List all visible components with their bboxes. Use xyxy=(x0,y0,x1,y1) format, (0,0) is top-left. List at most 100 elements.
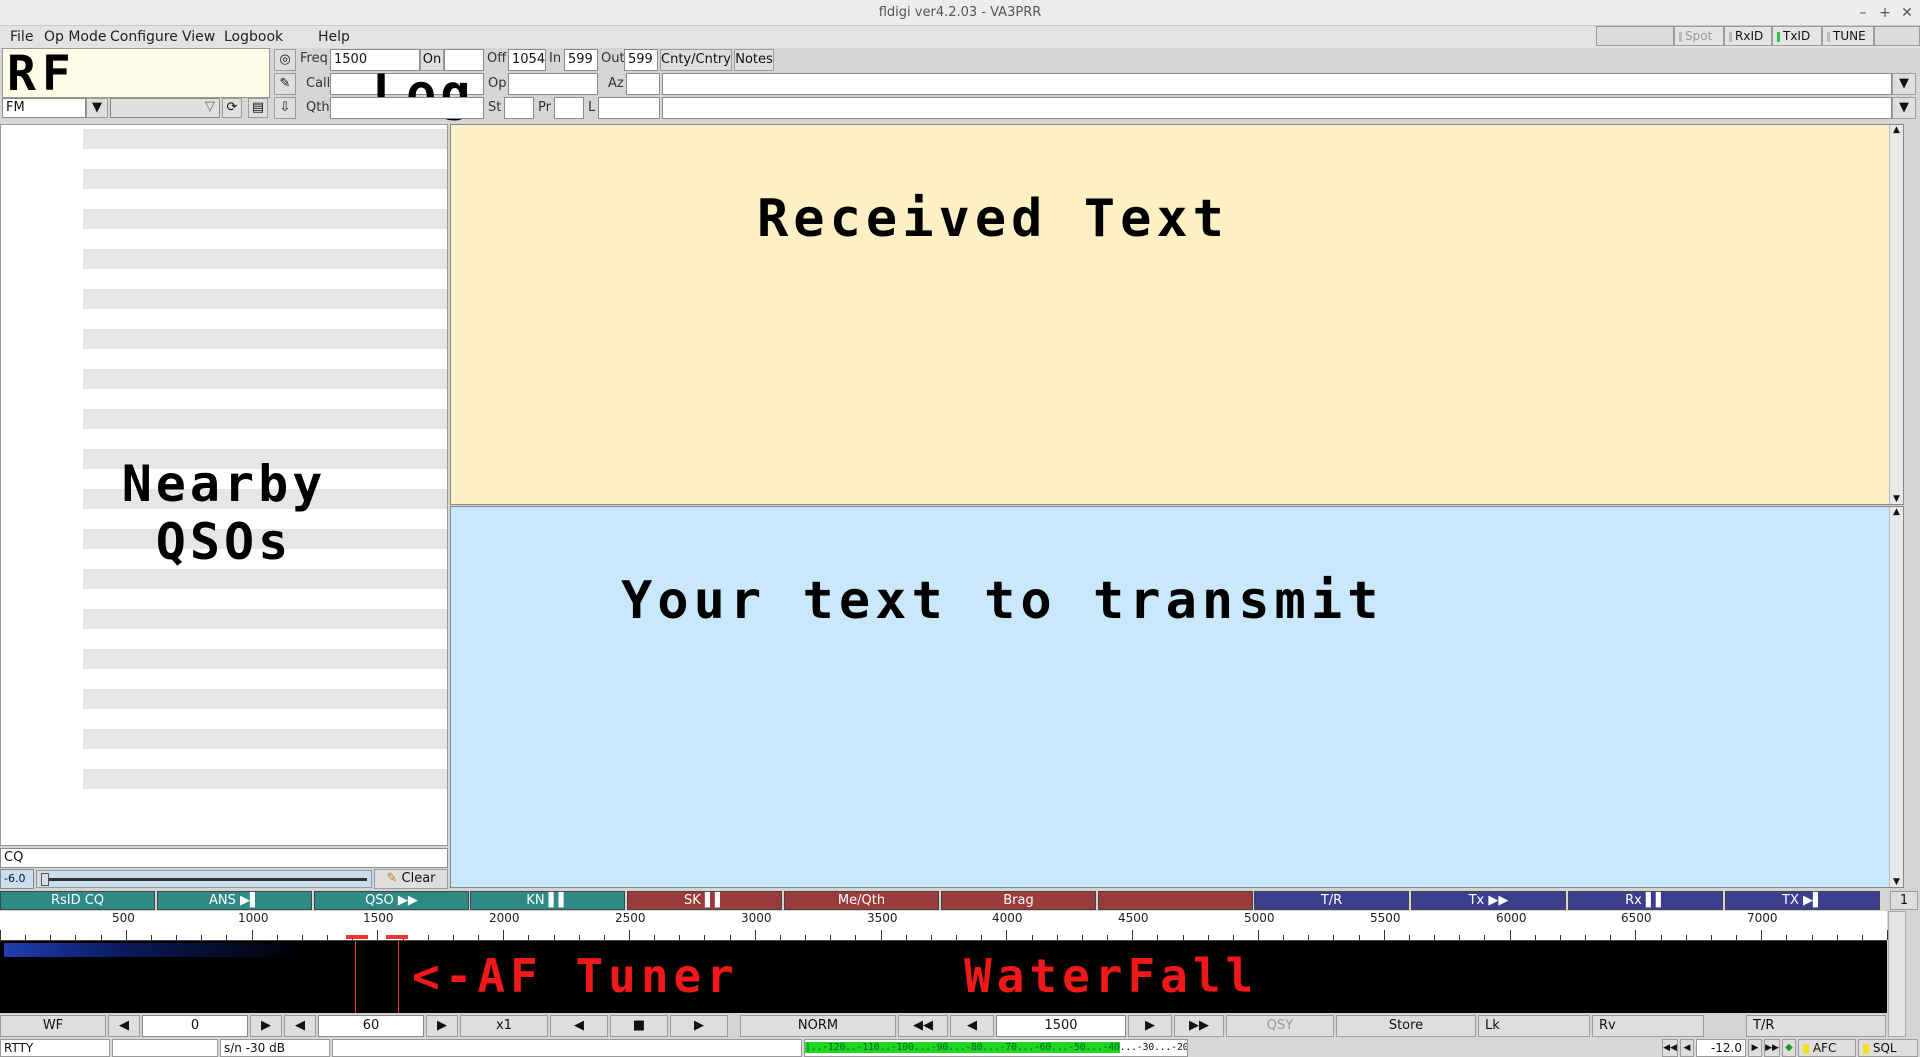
rf-tuner-display[interactable]: RF Tuner xyxy=(2,48,270,98)
rst-in-field[interactable]: 599 xyxy=(564,49,598,71)
notes-field[interactable] xyxy=(662,73,1892,95)
received-text-pane[interactable]: Received Text ▲ ▼ xyxy=(450,124,1904,505)
list-item[interactable] xyxy=(83,249,447,269)
list-item[interactable] xyxy=(83,209,447,229)
mode-select[interactable]: FM xyxy=(2,98,86,118)
pause-icon[interactable]: ■ xyxy=(610,1015,668,1037)
list-item[interactable] xyxy=(83,129,447,149)
comment-field[interactable] xyxy=(662,97,1892,119)
wf-mode-button[interactable]: WF xyxy=(0,1015,106,1037)
diamond-indicator-icon[interactable]: ◆ xyxy=(1782,1039,1796,1057)
txid-toggle[interactable]: TxID xyxy=(1772,26,1822,46)
list-item[interactable] xyxy=(83,689,447,709)
list-item[interactable] xyxy=(83,409,447,429)
macro-button[interactable]: KN ▌▌ xyxy=(470,891,625,910)
macro-button[interactable] xyxy=(1098,891,1253,910)
sql-toggle[interactable]: SQL xyxy=(1858,1039,1918,1057)
macro-button[interactable]: Brag xyxy=(941,891,1096,910)
fast-forward-icon[interactable]: ▶▶ xyxy=(1174,1015,1224,1037)
fast-back-icon[interactable]: ◀◀ xyxy=(898,1015,948,1037)
macro-button[interactable]: Me/Qth xyxy=(784,891,939,910)
range-decrease-icon[interactable]: ◀ xyxy=(284,1015,316,1037)
macro-button[interactable]: Rx ▌▌ xyxy=(1568,891,1723,910)
off-time-field[interactable]: 1054 xyxy=(508,49,546,71)
level-down-icon[interactable]: ◀ xyxy=(1680,1039,1694,1057)
list-item[interactable] xyxy=(83,169,447,189)
menu-view[interactable]: View xyxy=(182,26,215,48)
minimize-icon[interactable]: – xyxy=(1852,0,1874,26)
menu-op-mode[interactable]: Op Mode xyxy=(44,26,107,48)
spot-toggle[interactable]: Spot xyxy=(1674,26,1724,46)
menu-help[interactable]: Help xyxy=(318,26,350,48)
province-field[interactable] xyxy=(554,97,584,119)
list-item[interactable] xyxy=(83,569,447,589)
level-fast-down-icon[interactable]: ◀◀ xyxy=(1662,1039,1678,1057)
state-field[interactable] xyxy=(504,97,534,119)
notes-dropdown-icon[interactable]: ▼ xyxy=(1892,73,1916,95)
squelch-slider[interactable] xyxy=(36,870,372,888)
nearby-qso-list[interactable]: Nearby QSOs xyxy=(0,124,448,846)
macro-button[interactable]: Tx ▶▶ xyxy=(1411,891,1566,910)
macro-button[interactable]: RsID CQ xyxy=(0,891,155,910)
macro-button[interactable]: T/R xyxy=(1254,891,1409,910)
menu-configure[interactable]: Configure xyxy=(110,26,178,48)
carrier-freq-field[interactable]: 1500 xyxy=(996,1015,1126,1037)
reverse-toggle[interactable]: Rv xyxy=(1592,1015,1704,1037)
save-log-icon[interactable]: ⇩ xyxy=(274,97,296,119)
mode-status[interactable]: RTTY xyxy=(0,1039,110,1057)
tr-toggle[interactable]: T/R xyxy=(1746,1015,1886,1037)
refresh-icon[interactable]: ⟳ xyxy=(222,98,242,118)
range-field[interactable]: 60 xyxy=(318,1015,424,1037)
comment-dropdown-icon[interactable]: ▼ xyxy=(1892,97,1916,119)
scroll-up-icon[interactable]: ▲ xyxy=(1890,507,1903,517)
rxid-toggle[interactable]: RxID xyxy=(1724,26,1772,46)
slider-handle[interactable] xyxy=(41,873,49,886)
list-item[interactable] xyxy=(83,729,447,749)
transmit-text-pane[interactable]: Your text to transmit ▲ ▼ xyxy=(450,506,1904,888)
op-name-field[interactable] xyxy=(508,73,598,95)
wf-speed-button[interactable]: NORM xyxy=(740,1015,896,1037)
list-item[interactable] xyxy=(83,649,447,669)
broom-clear-icon[interactable]: ✎ xyxy=(274,73,296,95)
menu-logbook[interactable]: Logbook xyxy=(224,26,283,48)
list-item[interactable] xyxy=(83,329,447,349)
rx-scrollbar[interactable]: ▲ ▼ xyxy=(1889,125,1903,504)
rig-config-icon[interactable]: ▤ xyxy=(248,98,268,118)
scroll-left-icon[interactable]: ◀ xyxy=(550,1015,608,1037)
close-icon[interactable]: ✕ xyxy=(1896,0,1918,26)
list-item[interactable] xyxy=(83,769,447,789)
scroll-right-icon[interactable]: ▶ xyxy=(670,1015,728,1037)
range-increase-icon[interactable]: ▶ xyxy=(426,1015,458,1037)
tune-toggle[interactable]: TUNE xyxy=(1822,26,1874,46)
qsy-button[interactable]: QSY xyxy=(1226,1015,1334,1037)
qth-field[interactable] xyxy=(330,97,484,119)
azimuth-field[interactable] xyxy=(626,73,660,95)
scroll-down-icon[interactable]: ▼ xyxy=(1890,877,1903,887)
macro-button[interactable]: SK ▌▌ xyxy=(627,891,782,910)
tx-scrollbar[interactable]: ▲ ▼ xyxy=(1889,507,1903,887)
waterfall-vscroll[interactable] xyxy=(1888,911,1906,1037)
lock-toggle[interactable]: Lk xyxy=(1478,1015,1590,1037)
macro-button[interactable]: TX ▶▌ xyxy=(1725,891,1880,910)
notes-button[interactable]: Notes xyxy=(734,49,774,71)
locator-field[interactable] xyxy=(598,97,660,119)
macro-button[interactable]: QSO ▶▶ xyxy=(314,891,469,910)
ref-increase-icon[interactable]: ▶ xyxy=(250,1015,282,1037)
frequency-scale[interactable]: 500 1000 1500 2000 2500 3000 3500 4000 4500 5000 5… xyxy=(0,911,1888,941)
step-back-icon[interactable]: ◀ xyxy=(950,1015,994,1037)
ref-decrease-icon[interactable]: ◀ xyxy=(108,1015,140,1037)
zoom-button[interactable]: x1 xyxy=(460,1015,548,1037)
level-up-icon[interactable]: ▶ xyxy=(1748,1039,1762,1057)
tx-level-field[interactable]: -12.0 xyxy=(1696,1039,1746,1057)
cnty-cntry-button[interactable]: Cnty/Cntry xyxy=(660,49,732,71)
mode-dropdown-icon[interactable]: ▼ xyxy=(86,98,108,118)
rst-out-field[interactable]: 599 xyxy=(624,49,658,71)
waterfall-display[interactable]: <-AF Tuner WaterFall xyxy=(0,935,1887,1013)
list-item[interactable] xyxy=(83,289,447,309)
cq-search-field[interactable]: CQ xyxy=(0,848,448,868)
macro-button[interactable]: ANS ▶▌ xyxy=(157,891,312,910)
step-forward-icon[interactable]: ▶ xyxy=(1128,1015,1172,1037)
store-button[interactable]: Store xyxy=(1336,1015,1476,1037)
bandwidth-dropdown-icon[interactable]: ▽ xyxy=(200,98,220,118)
afc-toggle[interactable]: AFC xyxy=(1798,1039,1856,1057)
